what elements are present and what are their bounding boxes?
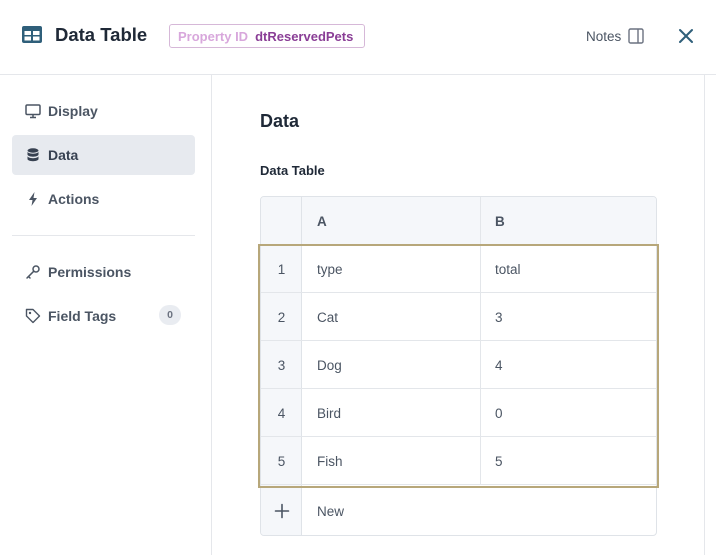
table-cell[interactable]: type <box>317 245 343 293</box>
sidebar-item-label: Data <box>48 147 79 163</box>
table-cell[interactable]: 5 <box>495 437 503 485</box>
notes-button-label[interactable]: Notes <box>586 29 621 45</box>
table-cell[interactable]: Fish <box>317 437 343 485</box>
table-row: 3 Dog 4 <box>261 341 656 389</box>
field-tags-count-badge: 0 <box>159 305 181 325</box>
monitor-icon <box>25 104 41 119</box>
sidebar: Display Data Actions Permissions Field T… <box>0 75 212 555</box>
column-separator <box>480 245 481 292</box>
close-icon[interactable] <box>678 28 694 44</box>
sidebar-divider <box>12 235 195 236</box>
column-separator <box>480 341 481 388</box>
lightning-icon <box>29 192 37 206</box>
table-header-row: A B <box>261 197 656 245</box>
sidebar-item-data[interactable]: Data <box>12 135 195 175</box>
sidebar-item-permissions[interactable]: Permissions <box>12 252 195 292</box>
table-cell[interactable]: Dog <box>317 341 342 389</box>
row-number-header <box>261 197 302 244</box>
table-cell[interactable]: total <box>495 245 521 293</box>
property-id-badge: Property ID dtReservedPets <box>169 24 366 48</box>
table-cell[interactable]: Bird <box>317 389 341 437</box>
table-row: 4 Bird 0 <box>261 389 656 437</box>
sidebar-item-field-tags[interactable]: Field Tags 0 <box>12 296 195 336</box>
sidebar-item-label: Field Tags <box>48 308 117 324</box>
data-table: A B 1 type total 2 Cat 3 3 Dog 4 4 Bird … <box>260 196 657 536</box>
row-number: 2 <box>277 309 286 325</box>
section-title: Data <box>260 111 300 131</box>
plus-icon[interactable] <box>274 503 290 519</box>
key-icon <box>26 265 40 279</box>
database-icon <box>27 148 39 162</box>
property-id-value: dtReservedPets <box>255 28 354 44</box>
sidebar-item-label: Actions <box>48 191 100 207</box>
column-separator <box>480 197 481 244</box>
column-separator <box>480 389 481 436</box>
table-cell[interactable]: 3 <box>495 293 503 341</box>
field-label: Data Table <box>260 163 325 178</box>
panel-icon[interactable] <box>628 28 644 44</box>
sidebar-item-label: Permissions <box>48 264 132 280</box>
row-number: 5 <box>277 453 286 469</box>
table-icon <box>22 26 42 43</box>
row-number: 4 <box>277 405 286 421</box>
table-cell[interactable]: 0 <box>495 389 503 437</box>
column-header-a[interactable]: A <box>317 197 327 245</box>
scrollbar-gutter[interactable] <box>704 75 716 555</box>
row-number: 1 <box>277 261 286 277</box>
sidebar-item-actions[interactable]: Actions <box>12 179 195 219</box>
page-title: Data Table <box>55 24 148 45</box>
column-header-b[interactable]: B <box>495 197 505 245</box>
property-id-label: Property ID <box>178 28 249 44</box>
table-row: 5 Fish 5 <box>261 437 656 485</box>
table-row: 2 Cat 3 <box>261 293 656 341</box>
column-separator <box>480 437 481 484</box>
sidebar-item-display[interactable]: Display <box>12 91 195 131</box>
sidebar-item-label: Display <box>48 103 98 119</box>
table-row: 1 type total <box>261 245 656 293</box>
header: Data Table Property ID dtReservedPets No… <box>0 0 716 75</box>
column-separator <box>480 293 481 340</box>
new-row-label[interactable]: New <box>317 485 344 535</box>
table-cell[interactable]: 4 <box>495 341 503 389</box>
row-number: 3 <box>277 357 286 373</box>
tag-icon <box>25 308 41 324</box>
table-cell[interactable]: Cat <box>317 293 338 341</box>
